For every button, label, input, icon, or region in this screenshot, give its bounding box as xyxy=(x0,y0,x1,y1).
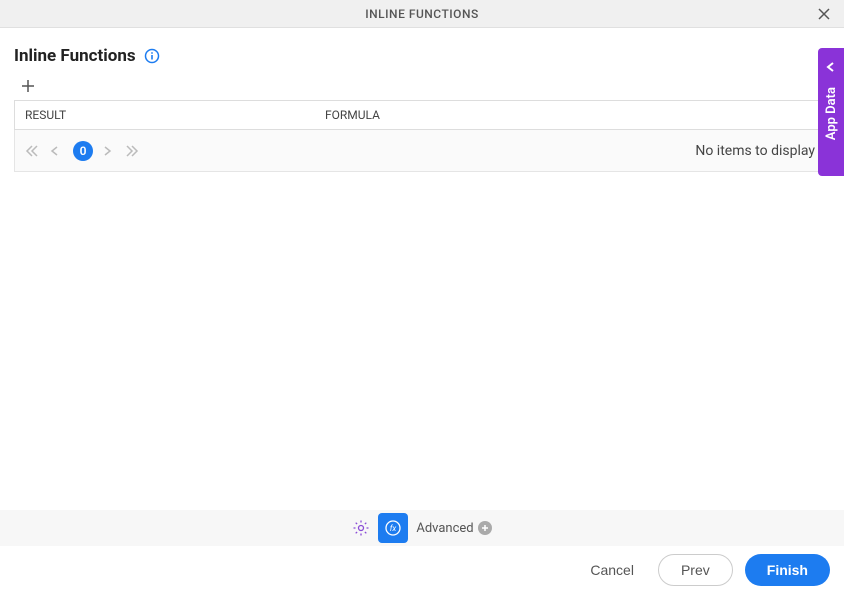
pager-prev-icon[interactable] xyxy=(49,143,65,159)
title-row: Inline Functions xyxy=(14,46,830,66)
pager-current-page[interactable]: 0 xyxy=(73,141,93,161)
table-container: RESULT FORMULA 0 No items to display xyxy=(14,100,830,172)
fx-icon[interactable]: fx xyxy=(378,513,408,543)
plus-circle-icon xyxy=(478,521,492,535)
pager-next-icon[interactable] xyxy=(101,143,117,159)
table-header-row: RESULT FORMULA xyxy=(14,100,830,130)
modal-header: INLINE FUNCTIONS xyxy=(0,0,844,28)
gear-icon[interactable] xyxy=(352,519,370,537)
app-data-side-tab[interactable]: App Data xyxy=(818,48,844,176)
column-header-formula[interactable]: FORMULA xyxy=(315,108,829,122)
close-icon[interactable] xyxy=(814,4,834,24)
chevron-left-icon xyxy=(825,58,837,77)
column-header-result[interactable]: RESULT xyxy=(15,108,315,122)
advanced-toggle[interactable]: Advanced xyxy=(416,521,491,536)
prev-button[interactable]: Prev xyxy=(658,554,733,586)
cancel-button[interactable]: Cancel xyxy=(578,554,646,586)
action-bar: Cancel Prev Finish xyxy=(0,546,844,594)
pager-first-icon[interactable] xyxy=(25,143,41,159)
empty-message: No items to display xyxy=(695,143,819,159)
info-icon[interactable] xyxy=(144,48,160,64)
page-title: Inline Functions xyxy=(14,46,136,66)
advanced-label-text: Advanced xyxy=(416,521,473,536)
content-area: Inline Functions RESULT FORMULA 0 xyxy=(0,28,844,172)
bottom-toolbar: fx Advanced xyxy=(0,510,844,546)
pager: 0 xyxy=(25,141,141,161)
finish-button[interactable]: Finish xyxy=(745,554,830,586)
add-button[interactable] xyxy=(18,76,38,96)
table-footer: 0 No items to display xyxy=(14,130,830,172)
modal-title: INLINE FUNCTIONS xyxy=(365,7,478,21)
svg-text:fx: fx xyxy=(390,524,397,533)
pager-last-icon[interactable] xyxy=(125,143,141,159)
side-tab-label: App Data xyxy=(824,87,839,140)
